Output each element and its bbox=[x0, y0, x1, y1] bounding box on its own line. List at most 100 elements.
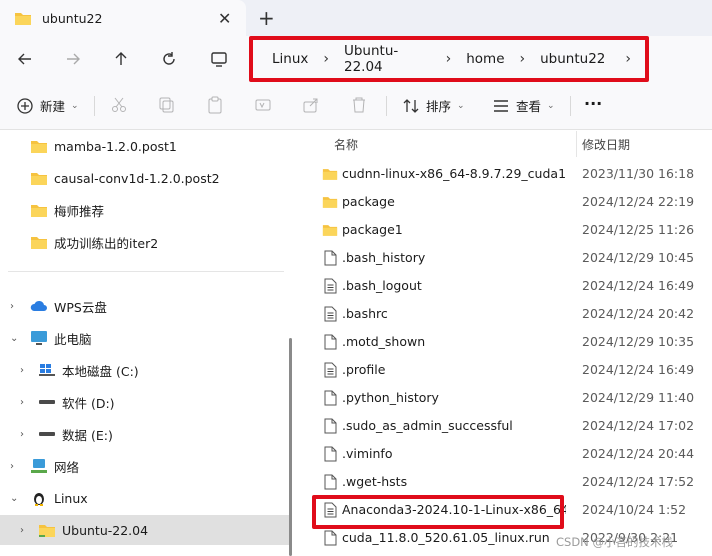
file-name: .profile bbox=[342, 362, 386, 377]
nav-item-drive-c[interactable]: › 本地磁盘 (C:) bbox=[0, 355, 290, 385]
file-row[interactable]: .python_history 2024/12/29 11:40 bbox=[300, 383, 712, 411]
file-row[interactable]: .motd_shown 2024/12/29 10:35 bbox=[300, 327, 712, 355]
file-row[interactable]: .viminfo 2024/12/24 20:44 bbox=[300, 439, 712, 467]
refresh-button[interactable] bbox=[156, 46, 182, 72]
nav-item-drive-d[interactable]: › 软件 (D:) bbox=[0, 387, 290, 417]
file-icon bbox=[322, 445, 338, 462]
new-tab-button[interactable]: + bbox=[258, 6, 275, 30]
windows-drive-icon bbox=[38, 362, 56, 378]
folder-icon bbox=[15, 12, 31, 25]
file-name: .motd_shown bbox=[342, 334, 426, 349]
file-name: .sudo_as_admin_successful bbox=[342, 418, 513, 433]
paste-button[interactable] bbox=[206, 96, 224, 114]
sort-button[interactable]: 排序 ⌄ bbox=[402, 96, 465, 115]
file-icon bbox=[322, 249, 338, 266]
view-button[interactable]: 查看 ⌄ bbox=[492, 96, 555, 115]
file-date: 2024/12/24 20:44 bbox=[582, 446, 695, 461]
back-button[interactable] bbox=[12, 46, 38, 72]
toolbar-divider bbox=[94, 96, 95, 116]
more-options-button[interactable]: ··· bbox=[584, 94, 602, 113]
rename-button[interactable] bbox=[254, 96, 272, 114]
file-name: .wget-hsts bbox=[342, 474, 408, 489]
nav-item-label: 梅师推荐 bbox=[54, 203, 105, 219]
file-row[interactable]: .bash_history 2024/12/29 10:45 bbox=[300, 243, 712, 271]
folder-icon bbox=[30, 170, 48, 186]
nav-item-ubuntu[interactable]: › Ubuntu-22.04 bbox=[0, 515, 290, 545]
linux-penguin-icon bbox=[30, 490, 48, 506]
chevron-down-icon: ⌄ bbox=[547, 100, 555, 111]
navigation-bar: Linux › Ubuntu-22.04 › home › ubuntu22 › bbox=[0, 36, 712, 82]
nav-item-quick-1[interactable]: mamba-1.2.0.post1 bbox=[0, 131, 290, 161]
file-row[interactable]: .profile 2024/12/24 16:49 bbox=[300, 355, 712, 383]
chevron-right-icon[interactable]: › bbox=[10, 461, 14, 472]
nav-item-label: Ubuntu-22.04 bbox=[62, 522, 149, 538]
chevron-right-icon[interactable]: › bbox=[20, 429, 24, 440]
nav-item-label: causal-conv1d-1.2.0.post2 bbox=[54, 170, 220, 186]
file-row[interactable]: cudnn-linux-x86_64-8.9.7.29_cuda11-... 20… bbox=[300, 159, 712, 187]
column-divider[interactable] bbox=[576, 131, 577, 157]
clipboard-icon bbox=[208, 96, 222, 114]
nav-item-quick-3[interactable]: 梅师推荐 bbox=[0, 195, 290, 225]
file-name: cuda_11.8.0_520.61.05_linux.run bbox=[342, 530, 550, 545]
file-date: 2024/12/24 17:52 bbox=[582, 474, 695, 489]
folder-icon bbox=[322, 193, 338, 210]
share-icon bbox=[303, 98, 318, 113]
chevron-right-icon[interactable]: › bbox=[10, 301, 14, 312]
new-button[interactable]: 新建 ⌄ bbox=[16, 96, 79, 115]
nav-item-label: 成功训练出的iter2 bbox=[54, 235, 159, 251]
copy-button[interactable] bbox=[158, 96, 176, 114]
chevron-down-icon[interactable]: ⌄ bbox=[10, 493, 18, 504]
chevron-right-icon[interactable]: › bbox=[20, 365, 24, 376]
file-row[interactable]: package 2024/12/24 22:19 bbox=[300, 187, 712, 215]
arrow-left-icon bbox=[18, 53, 31, 65]
file-icon bbox=[322, 529, 338, 546]
scrollbar[interactable] bbox=[289, 338, 292, 556]
forward-button[interactable] bbox=[60, 46, 86, 72]
cloud-icon bbox=[30, 298, 48, 314]
file-date: 2024/12/29 10:35 bbox=[582, 334, 695, 349]
arrow-up-icon bbox=[115, 52, 127, 65]
scissors-icon bbox=[112, 97, 126, 112]
chevron-right-icon[interactable]: › bbox=[20, 397, 24, 408]
file-row[interactable]: .wget-hsts 2024/12/24 17:52 bbox=[300, 467, 712, 495]
file-row[interactable]: .bash_logout 2024/12/24 16:49 bbox=[300, 271, 712, 299]
chevron-right-icon[interactable]: › bbox=[20, 525, 24, 536]
chevron-down-icon[interactable]: ⌄ bbox=[10, 333, 18, 344]
file-date: 2024/12/24 20:42 bbox=[582, 306, 695, 321]
folder-icon bbox=[322, 165, 338, 182]
file-name: package1 bbox=[342, 222, 403, 237]
nav-item-drive-e[interactable]: › 数据 (E:) bbox=[0, 419, 290, 449]
monitor-button[interactable] bbox=[206, 46, 232, 72]
nav-item-wps[interactable]: › WPS云盘 bbox=[0, 291, 290, 321]
share-button[interactable] bbox=[302, 96, 320, 114]
command-bar: 新建 ⌄ 排序 ⌄ 查看 ⌄ ··· bbox=[0, 82, 712, 130]
file-date: 2024/12/24 16:49 bbox=[582, 362, 695, 377]
highlight-box-address bbox=[249, 36, 649, 82]
file-row[interactable]: package1 2024/12/25 11:26 bbox=[300, 215, 712, 243]
nav-item-linux[interactable]: ⌄ Linux bbox=[0, 483, 290, 513]
rename-icon bbox=[255, 99, 271, 111]
highlight-box-anaconda bbox=[312, 495, 564, 529]
file-row[interactable]: .sudo_as_admin_successful 2024/12/24 17:0… bbox=[300, 411, 712, 439]
nav-item-network[interactable]: › 网络 bbox=[0, 451, 290, 481]
column-name[interactable]: 名称 bbox=[334, 136, 358, 153]
nav-item-this-pc[interactable]: ⌄ 此电脑 bbox=[0, 323, 290, 353]
file-date: 2024/12/29 10:45 bbox=[582, 250, 695, 265]
cut-button[interactable] bbox=[110, 96, 128, 114]
close-tab-icon[interactable]: ✕ bbox=[218, 9, 231, 28]
drive-icon bbox=[38, 426, 56, 442]
file-icon bbox=[322, 417, 338, 434]
sort-ascending-icon: ⌃ bbox=[446, 131, 455, 138]
chevron-down-icon: ⌄ bbox=[457, 100, 465, 111]
trash-icon bbox=[353, 97, 365, 113]
tab-ubuntu22[interactable]: ubuntu22 ✕ bbox=[0, 0, 246, 36]
watermark: CSDN @小吝的技术栈 bbox=[556, 535, 673, 549]
delete-button[interactable] bbox=[350, 96, 368, 114]
file-row[interactable]: .bashrc 2024/12/24 20:42 bbox=[300, 299, 712, 327]
nav-item-quick-2[interactable]: causal-conv1d-1.2.0.post2 bbox=[0, 163, 290, 193]
column-date[interactable]: 修改日期 bbox=[582, 136, 630, 153]
chevron-down-icon: ⌄ bbox=[71, 100, 79, 111]
up-button[interactable] bbox=[108, 46, 134, 72]
file-name: package bbox=[342, 194, 395, 209]
nav-item-quick-4[interactable]: 成功训练出的iter2 bbox=[0, 227, 290, 257]
